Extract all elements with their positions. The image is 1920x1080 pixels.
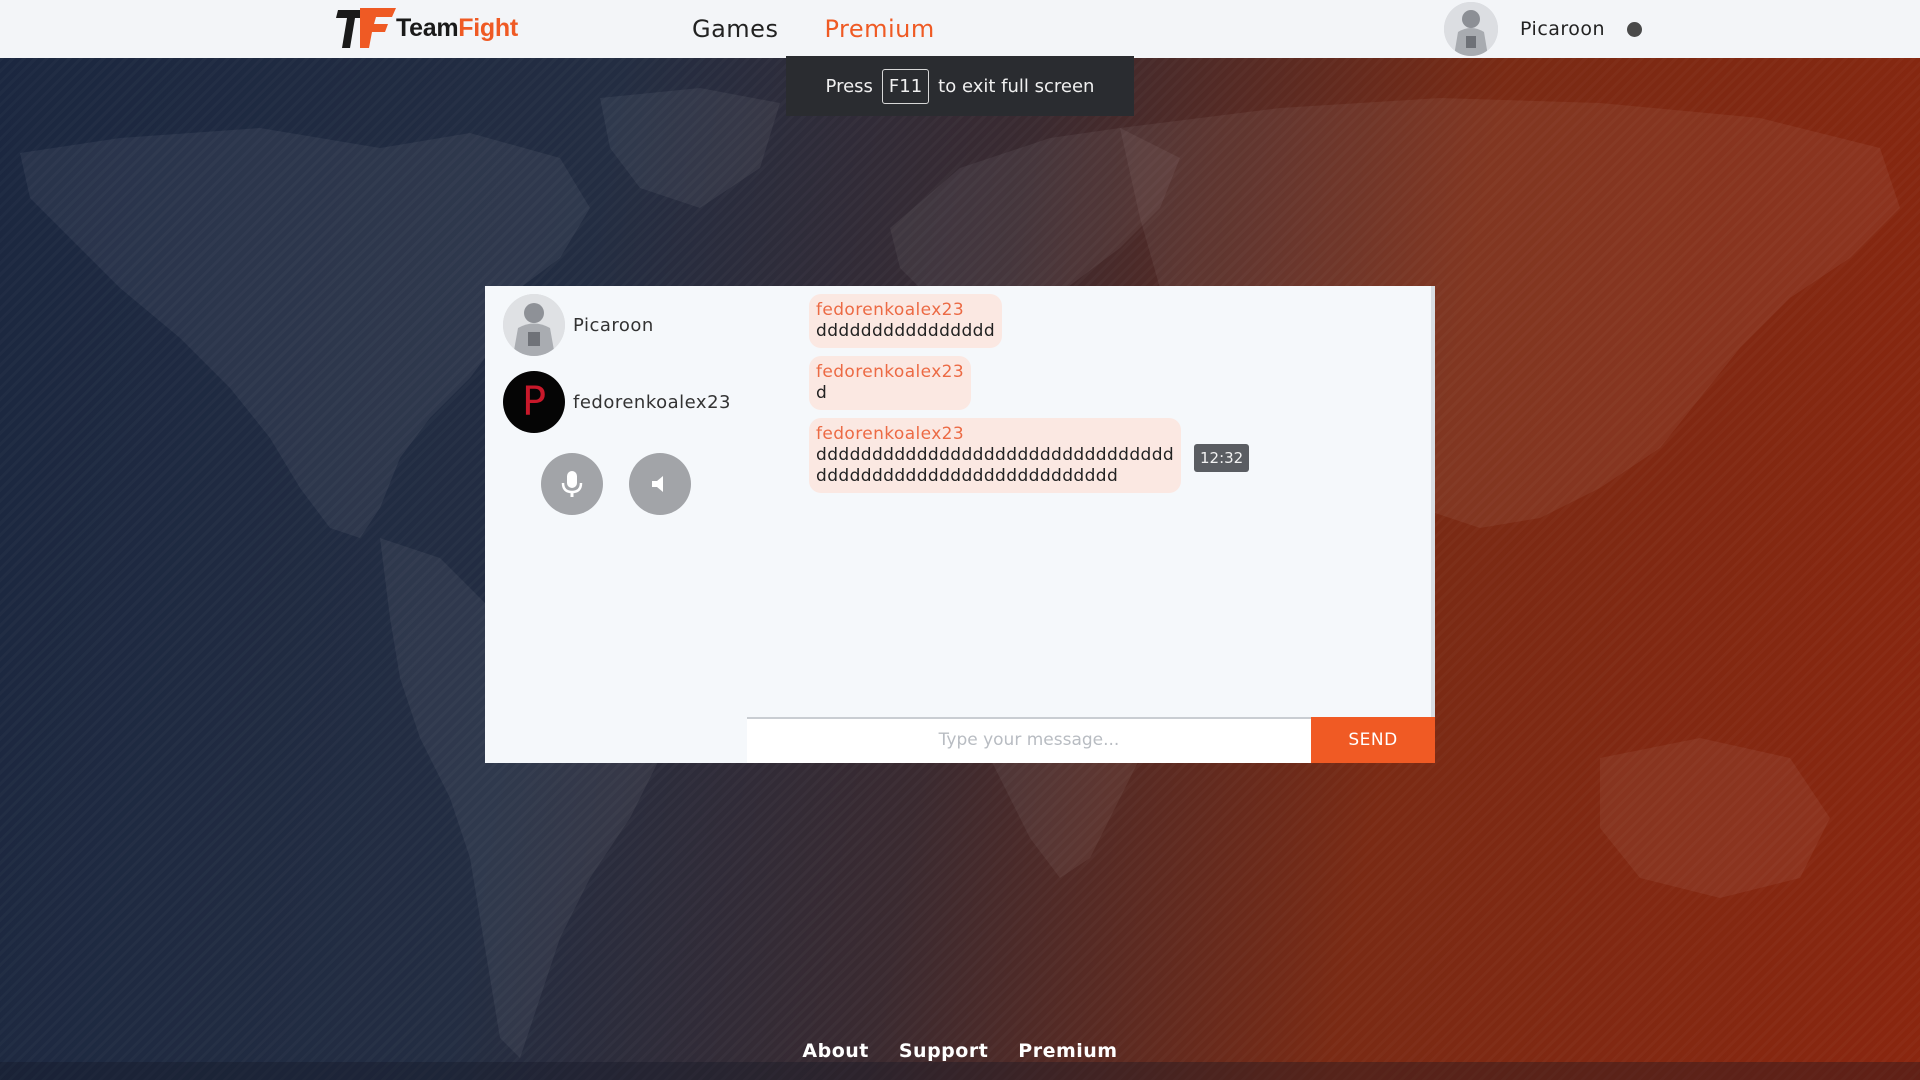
fullscreen-notice: Press F11 to exit full screen bbox=[786, 56, 1134, 116]
footer-link-support[interactable]: Support bbox=[899, 1040, 988, 1062]
footer-link-about[interactable]: About bbox=[802, 1040, 868, 1062]
nav-premium[interactable]: Premium bbox=[824, 15, 934, 43]
message-text: ddddddddddddddddddddddddddd bbox=[816, 466, 1119, 486]
logo-text: TeamFight bbox=[396, 13, 518, 42]
avatar: P bbox=[503, 371, 565, 433]
message-bubble: fedorenkoalex23 d bbox=[809, 356, 972, 410]
nav-games[interactable]: Games bbox=[692, 15, 778, 43]
message-bubble: fedorenkoalex23 dddddddddddddddddddddddd… bbox=[809, 418, 1182, 493]
footer-link-premium[interactable]: Premium bbox=[1018, 1040, 1117, 1062]
participant-name: fedorenkoalex23 bbox=[573, 391, 731, 413]
message-bubble: fedorenkoalex23 dddddddddddddddd bbox=[809, 294, 1003, 348]
participant-name: Picaroon bbox=[573, 314, 654, 336]
avatar bbox=[503, 294, 565, 356]
participant-picaroon[interactable]: Picaroon bbox=[503, 294, 654, 356]
microphone-button[interactable] bbox=[541, 453, 603, 515]
speaker-button[interactable] bbox=[629, 453, 691, 515]
message-text: dddddddddddddddd bbox=[816, 321, 996, 341]
message-author[interactable]: fedorenkoalex23 bbox=[816, 300, 995, 321]
user-menu[interactable]: Picaroon bbox=[1444, 2, 1643, 56]
microphone-icon bbox=[561, 471, 583, 497]
message-author[interactable]: fedorenkoalex23 bbox=[816, 424, 1174, 445]
message-composer: SEND bbox=[747, 717, 1435, 763]
participant-fedorenkoalex23[interactable]: P fedorenkoalex23 bbox=[503, 371, 731, 433]
message-text: d bbox=[816, 383, 828, 403]
fullscreen-key-badge: F11 bbox=[881, 68, 930, 104]
message-timestamp: 12:32 bbox=[1194, 444, 1250, 472]
teamfight-logo[interactable]: TeamFight bbox=[336, 6, 518, 50]
fullscreen-notice-suffix: to exit full screen bbox=[938, 75, 1095, 97]
message-author[interactable]: fedorenkoalex23 bbox=[816, 362, 964, 383]
avatar[interactable] bbox=[1444, 2, 1498, 56]
top-header: TeamFight Games Premium Picaroon bbox=[0, 0, 1920, 58]
tf-logo-icon bbox=[336, 6, 396, 50]
status-indicator bbox=[1627, 21, 1643, 37]
speaker-icon bbox=[652, 476, 663, 492]
fullscreen-notice-prefix: Press bbox=[825, 75, 873, 97]
message-input[interactable] bbox=[747, 717, 1311, 763]
footer-bar bbox=[0, 1062, 1920, 1080]
chat-panel: Picaroon P fedorenkoalex23 fedorenkoalex… bbox=[485, 286, 1435, 763]
send-button[interactable]: SEND bbox=[1311, 717, 1435, 763]
main-nav: Games Premium bbox=[692, 0, 981, 58]
user-name[interactable]: Picaroon bbox=[1520, 18, 1605, 40]
message-text: dddddddddddddddddddddddddddddddd bbox=[816, 445, 1175, 465]
footer: About Support Premium bbox=[0, 1040, 1920, 1062]
